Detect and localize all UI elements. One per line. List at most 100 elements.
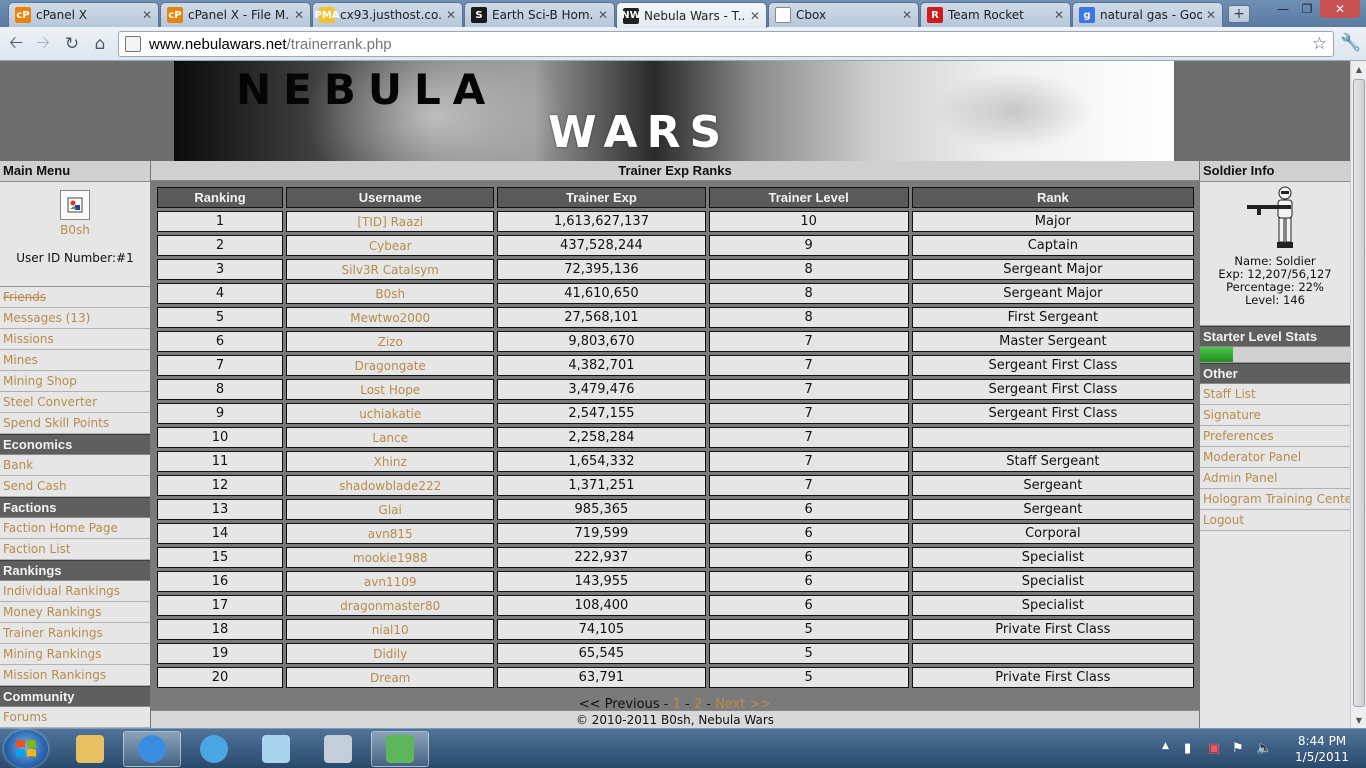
taskbar-calculator-button[interactable]: [309, 731, 367, 767]
browser-tab[interactable]: R Team Rocket ✕: [920, 2, 1071, 27]
table-row: 13 Glai 985,365 6 Sergeant: [157, 499, 1194, 520]
menu-link-trainer-rankings[interactable]: Trainer Rankings: [0, 623, 150, 644]
username-link[interactable]: B0sh: [0, 223, 150, 237]
home-icon[interactable]: ⌂: [89, 33, 111, 55]
site-banner[interactable]: NEBULA WARS: [174, 61, 1174, 161]
username-link[interactable]: [TID] Raazi: [286, 211, 495, 232]
menu-link-steel-converter[interactable]: Steel Converter: [0, 392, 150, 413]
username-link[interactable]: Zizo: [286, 331, 495, 352]
browser-tab[interactable]: Cbox ✕: [768, 2, 919, 27]
taskbar-notepad-button[interactable]: [247, 731, 305, 767]
network-signal-icon[interactable]: ▮: [1184, 741, 1191, 756]
username-link[interactable]: Dragongate: [286, 355, 495, 376]
tab-label: natural gas - Goo...: [1100, 8, 1202, 22]
username-link[interactable]: Cybear: [286, 235, 495, 256]
taskbar-explorer-button[interactable]: [61, 731, 119, 767]
cell-trainer-level: 6: [708, 571, 909, 592]
taskbar-messenger-button[interactable]: [371, 731, 429, 767]
tab-close-icon[interactable]: ✕: [446, 8, 456, 22]
username-link[interactable]: Lance: [286, 427, 495, 448]
menu-link-admin-panel[interactable]: Admin Panel: [1200, 468, 1350, 489]
scroll-down-arrow-icon[interactable]: ▼: [1351, 712, 1366, 728]
menu-link-messages-13[interactable]: Messages (13): [0, 308, 150, 329]
menu-link-signature[interactable]: Signature: [1200, 405, 1350, 426]
username-link[interactable]: shadowblade222: [286, 475, 495, 496]
browser-tab[interactable]: cP cPanel X - File M... ✕: [160, 2, 311, 27]
tab-close-icon[interactable]: ✕: [750, 9, 760, 23]
menu-link-staff-list[interactable]: Staff List: [1200, 384, 1350, 405]
username-link[interactable]: B0sh: [286, 283, 495, 304]
scrollbar-thumb[interactable]: [1353, 79, 1365, 707]
clock[interactable]: 8:44 PM 1/5/2011: [1290, 733, 1354, 765]
avatar-icon[interactable]: [60, 190, 90, 220]
tab-close-icon[interactable]: ✕: [598, 8, 608, 22]
table-row: 19 Didily 65,545 5: [157, 643, 1194, 664]
column-header-ranking: Ranking: [157, 187, 284, 208]
username-link[interactable]: Didily: [286, 643, 495, 664]
tab-close-icon[interactable]: ✕: [902, 8, 912, 22]
menu-link-faction-list[interactable]: Faction List: [0, 539, 150, 560]
cell-trainer-level: 5: [708, 619, 909, 640]
menu-link-mines[interactable]: Mines: [0, 350, 150, 371]
show-hidden-icons-icon[interactable]: ▲: [1162, 741, 1169, 751]
forward-button[interactable]: 🡢: [32, 33, 54, 55]
username-link[interactable]: avn1109: [286, 571, 495, 592]
username-link[interactable]: dragonmaster80: [286, 595, 495, 616]
username-link[interactable]: uchiakatie: [286, 403, 495, 424]
menu-link-mission-rankings[interactable]: Mission Rankings: [0, 665, 150, 686]
cell-rank: First Sergeant: [911, 307, 1194, 328]
browser-tab[interactable]: PMA cx93.justhost.co... ✕: [312, 2, 463, 27]
new-tab-button[interactable]: +: [1228, 5, 1250, 23]
menu-link-preferences[interactable]: Preferences: [1200, 426, 1350, 447]
action-center-flag-icon[interactable]: ⚑: [1232, 741, 1244, 756]
menu-link-faction-home-page[interactable]: Faction Home Page: [0, 518, 150, 539]
menu-link-send-cash[interactable]: Send Cash: [0, 476, 150, 497]
menu-link-friends[interactable]: Friends: [0, 287, 150, 308]
username-link[interactable]: nial10: [286, 619, 495, 640]
username-link[interactable]: Lost Hope: [286, 379, 495, 400]
back-button[interactable]: 🡠: [5, 33, 27, 55]
page-scrollbar[interactable]: ▲ ▼: [1350, 61, 1366, 728]
reload-button[interactable]: ↻: [61, 33, 83, 55]
menu-link-moderator-panel[interactable]: Moderator Panel: [1200, 447, 1350, 468]
menu-link-logout[interactable]: Logout: [1200, 510, 1350, 531]
username-link[interactable]: Glai: [286, 499, 495, 520]
tab-close-icon[interactable]: ✕: [1206, 8, 1216, 22]
browser-tab[interactable]: NW Nebula Wars - T... ✕: [616, 2, 767, 28]
username-link[interactable]: mookie1988: [286, 547, 495, 568]
menu-link-missions[interactable]: Missions: [0, 329, 150, 350]
browser-tab[interactable]: cP cPanel X ✕: [8, 2, 159, 27]
taskbar-chrome-button[interactable]: [123, 731, 181, 767]
username-link[interactable]: Dream: [286, 667, 495, 688]
battery-icon[interactable]: ▣: [1208, 741, 1220, 756]
menu-link-spend-skill-points[interactable]: Spend Skill Points: [0, 413, 150, 434]
volume-icon[interactable]: 🔈: [1256, 741, 1272, 756]
menu-link-mining-shop[interactable]: Mining Shop: [0, 371, 150, 392]
wrench-menu-icon[interactable]: 🔧: [1340, 33, 1361, 53]
tab-close-icon[interactable]: ✕: [142, 8, 152, 22]
column-header-trainer-level: Trainer Level: [708, 187, 909, 208]
username-link[interactable]: Xhinz: [286, 451, 495, 472]
username-link[interactable]: Mewtwo2000: [286, 307, 495, 328]
cell-trainer-exp: 108,400: [497, 595, 706, 616]
username-link[interactable]: avn815: [286, 523, 495, 544]
menu-link-hologram-training-center[interactable]: Hologram Training Center: [1200, 489, 1350, 510]
maximize-button[interactable]: ❐: [1294, 0, 1320, 18]
menu-link-mining-rankings[interactable]: Mining Rankings: [0, 644, 150, 665]
address-bar[interactable]: www.nebulawars.net/trainerrank.php ☆: [118, 31, 1334, 57]
taskbar-itunes-button[interactable]: [185, 731, 243, 767]
browser-tab[interactable]: g natural gas - Goo... ✕: [1072, 2, 1223, 27]
menu-link-money-rankings[interactable]: Money Rankings: [0, 602, 150, 623]
browser-tab[interactable]: S Earth Sci-B Hom... ✕: [464, 2, 615, 27]
close-window-button[interactable]: ✕: [1320, 0, 1360, 18]
username-link[interactable]: Silv3R Catalsym: [286, 259, 495, 280]
bookmark-star-icon[interactable]: ☆: [1312, 34, 1327, 54]
tab-close-icon[interactable]: ✕: [294, 8, 304, 22]
menu-link-forums[interactable]: Forums: [0, 707, 150, 728]
scroll-up-arrow-icon[interactable]: ▲: [1351, 61, 1366, 77]
minimize-button[interactable]: —: [1270, 0, 1296, 18]
start-button[interactable]: [4, 730, 48, 768]
menu-link-bank[interactable]: Bank: [0, 455, 150, 476]
tab-close-icon[interactable]: ✕: [1054, 8, 1064, 22]
menu-link-individual-rankings[interactable]: Individual Rankings: [0, 581, 150, 602]
